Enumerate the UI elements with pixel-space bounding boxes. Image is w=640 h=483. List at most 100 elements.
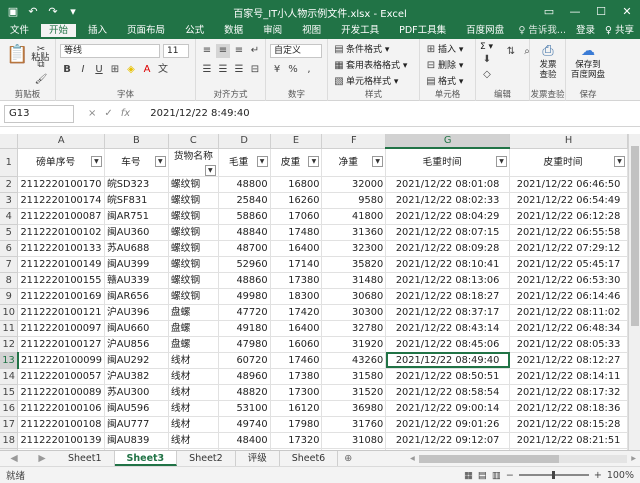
cell-f12[interactable]: 31920 bbox=[321, 336, 387, 353]
comma-icon[interactable]: , bbox=[302, 63, 316, 77]
cell-a18[interactable]: 2112220100139 bbox=[17, 432, 105, 449]
cell-c17[interactable]: 线材 bbox=[168, 416, 219, 433]
cell-h18[interactable]: 2021/12/22 08:21:51 bbox=[509, 432, 628, 449]
cell-g3[interactable]: 2021/12/22 08:02:33 bbox=[385, 192, 511, 209]
font-name-box[interactable]: 等线 bbox=[60, 44, 160, 58]
cell-h11[interactable]: 2021/12/22 06:48:34 bbox=[509, 320, 628, 337]
next-sheet-icon[interactable]: ▶ bbox=[38, 453, 45, 464]
align-middle-icon[interactable]: ≡ bbox=[216, 44, 230, 58]
filter-dropdown-icon[interactable]: ▼ bbox=[308, 155, 320, 167]
cell-d7[interactable]: 52960 bbox=[218, 256, 271, 273]
cell-g11[interactable]: 2021/12/22 08:43:14 bbox=[385, 320, 511, 337]
cell-g4[interactable]: 2021/12/22 08:04:29 bbox=[385, 208, 511, 225]
font-color-icon[interactable]: A bbox=[140, 63, 154, 77]
border-icon[interactable]: ⊞ bbox=[108, 63, 122, 77]
filter-dropdown-icon[interactable]: ▼ bbox=[256, 155, 268, 167]
cell-h15[interactable]: 2021/12/22 08:17:32 bbox=[509, 384, 628, 401]
sheet-tab-sheet3[interactable]: Sheet3 bbox=[114, 451, 178, 466]
cell-g5[interactable]: 2021/12/22 08:07:15 bbox=[385, 224, 511, 241]
cell-f16[interactable]: 36980 bbox=[321, 400, 387, 417]
enter-icon[interactable]: ✓ bbox=[104, 108, 112, 119]
cell-a12[interactable]: 2112220100127 bbox=[17, 336, 105, 353]
cell-c5[interactable]: 螺纹钢 bbox=[168, 224, 219, 241]
currency-icon[interactable]: ¥ bbox=[270, 63, 284, 77]
cell-f4[interactable]: 41800 bbox=[321, 208, 387, 225]
phonetic-icon[interactable]: 文 bbox=[156, 63, 170, 77]
row-header[interactable]: 5 bbox=[0, 224, 19, 241]
maximize-icon[interactable]: ☐ bbox=[588, 5, 614, 18]
cell-b12[interactable]: 沪AU856 bbox=[104, 336, 169, 353]
cell-g16[interactable]: 2021/12/22 09:00:14 bbox=[385, 400, 511, 417]
row-header[interactable]: 6 bbox=[0, 240, 19, 257]
cell-b15[interactable]: 苏AU300 bbox=[104, 384, 169, 401]
column-header-d[interactable]: D bbox=[218, 134, 271, 149]
sheet-tab-rating[interactable]: 评级 bbox=[236, 451, 280, 466]
column-header-h[interactable]: H bbox=[509, 134, 628, 149]
cell-b3[interactable]: 皖SF831 bbox=[104, 192, 169, 209]
cell-g8[interactable]: 2021/12/22 08:13:06 bbox=[385, 272, 511, 289]
cell-h10[interactable]: 2021/12/22 08:11:02 bbox=[509, 304, 628, 321]
tab-review[interactable]: 审阅 bbox=[253, 22, 292, 39]
header-cell[interactable]: 磅单序号 ▼ bbox=[17, 148, 105, 177]
row-header[interactable]: 7 bbox=[0, 256, 19, 273]
row-header[interactable]: 10 bbox=[0, 304, 19, 321]
cell-a5[interactable]: 2112220100102 bbox=[17, 224, 105, 241]
cancel-icon[interactable]: × bbox=[88, 108, 96, 119]
cell-f6[interactable]: 32300 bbox=[321, 240, 387, 257]
cell-e13[interactable]: 17460 bbox=[270, 352, 323, 369]
cell-b2[interactable]: 皖SD323 bbox=[104, 176, 169, 193]
cell-e2[interactable]: 16800 bbox=[270, 176, 323, 193]
cell-g7[interactable]: 2021/12/22 08:10:41 bbox=[385, 256, 511, 273]
cell-b5[interactable]: 闽AU360 bbox=[104, 224, 169, 241]
row-header[interactable]: 14 bbox=[0, 368, 19, 385]
cell-a11[interactable]: 2112220100097 bbox=[17, 320, 105, 337]
cell-f5[interactable]: 31360 bbox=[321, 224, 387, 241]
cell-c7[interactable]: 螺纹钢 bbox=[168, 256, 219, 273]
underline-button[interactable]: U bbox=[92, 63, 106, 77]
tab-data[interactable]: 数据 bbox=[214, 22, 253, 39]
cell-d15[interactable]: 48820 bbox=[218, 384, 271, 401]
close-icon[interactable]: ✕ bbox=[614, 5, 640, 18]
cell-h16[interactable]: 2021/12/22 08:18:36 bbox=[509, 400, 628, 417]
cell-e5[interactable]: 17480 bbox=[270, 224, 323, 241]
tab-file[interactable]: 文件 bbox=[0, 22, 39, 39]
cell-f3[interactable]: 9580 bbox=[321, 192, 387, 209]
horizontal-scroll-thumb[interactable] bbox=[418, 454, 559, 463]
cell-e14[interactable]: 17380 bbox=[270, 368, 323, 385]
row-header[interactable]: 1 bbox=[0, 148, 19, 177]
sheet-tab-sheet2[interactable]: Sheet2 bbox=[177, 451, 236, 466]
cell-c12[interactable]: 盘螺 bbox=[168, 336, 219, 353]
cell-b16[interactable]: 闽AU596 bbox=[104, 400, 169, 417]
tab-formulas[interactable]: 公式 bbox=[175, 22, 214, 39]
row-header[interactable]: 11 bbox=[0, 320, 19, 337]
cell-b4[interactable]: 闽AR751 bbox=[104, 208, 169, 225]
cell-b10[interactable]: 沪AU396 bbox=[104, 304, 169, 321]
scroll-left-icon[interactable]: ◂ bbox=[410, 453, 415, 464]
format-cells-button[interactable]: ▤ 格式 ▾ bbox=[424, 74, 463, 89]
cell-a6[interactable]: 2112220100133 bbox=[17, 240, 105, 257]
filter-dropdown-icon[interactable]: ▼ bbox=[614, 155, 625, 167]
cell-f13[interactable]: 43260 bbox=[321, 352, 387, 369]
cell-b11[interactable]: 闽AU660 bbox=[104, 320, 169, 337]
percent-button[interactable]: % bbox=[286, 63, 300, 77]
merge-icon[interactable]: ⊟ bbox=[248, 63, 262, 77]
cell-g13[interactable]: 2021/12/22 08:49:40 bbox=[385, 352, 511, 369]
fill-button[interactable]: ⬇ bbox=[480, 53, 494, 67]
cell-a2[interactable]: 2112220100170 bbox=[17, 176, 105, 193]
cell-f9[interactable]: 30680 bbox=[321, 288, 387, 305]
cell-h12[interactable]: 2021/12/22 08:05:33 bbox=[509, 336, 628, 353]
filter-dropdown-icon[interactable]: ▼ bbox=[372, 155, 384, 167]
cell-h4[interactable]: 2021/12/22 06:12:28 bbox=[509, 208, 628, 225]
horizontal-scroll-track[interactable] bbox=[418, 454, 628, 463]
cell-h2[interactable]: 2021/12/22 06:46:50 bbox=[509, 176, 628, 193]
column-header-e[interactable]: E bbox=[270, 134, 323, 149]
cell-c11[interactable]: 盘螺 bbox=[168, 320, 219, 337]
align-right-icon[interactable]: ☰ bbox=[232, 63, 246, 77]
cell-g2[interactable]: 2021/12/22 08:01:08 bbox=[385, 176, 511, 193]
cell-g10[interactable]: 2021/12/22 08:37:17 bbox=[385, 304, 511, 321]
fill-color-icon[interactable]: ◈ bbox=[124, 63, 138, 77]
zoom-level[interactable]: 100% bbox=[607, 470, 634, 481]
invoice-check-button[interactable]: ⎙ 发票 查验 bbox=[532, 42, 564, 80]
conditional-format-button[interactable]: ▤ 条件格式 ▾ bbox=[332, 42, 407, 57]
cell-a8[interactable]: 2112220100155 bbox=[17, 272, 105, 289]
